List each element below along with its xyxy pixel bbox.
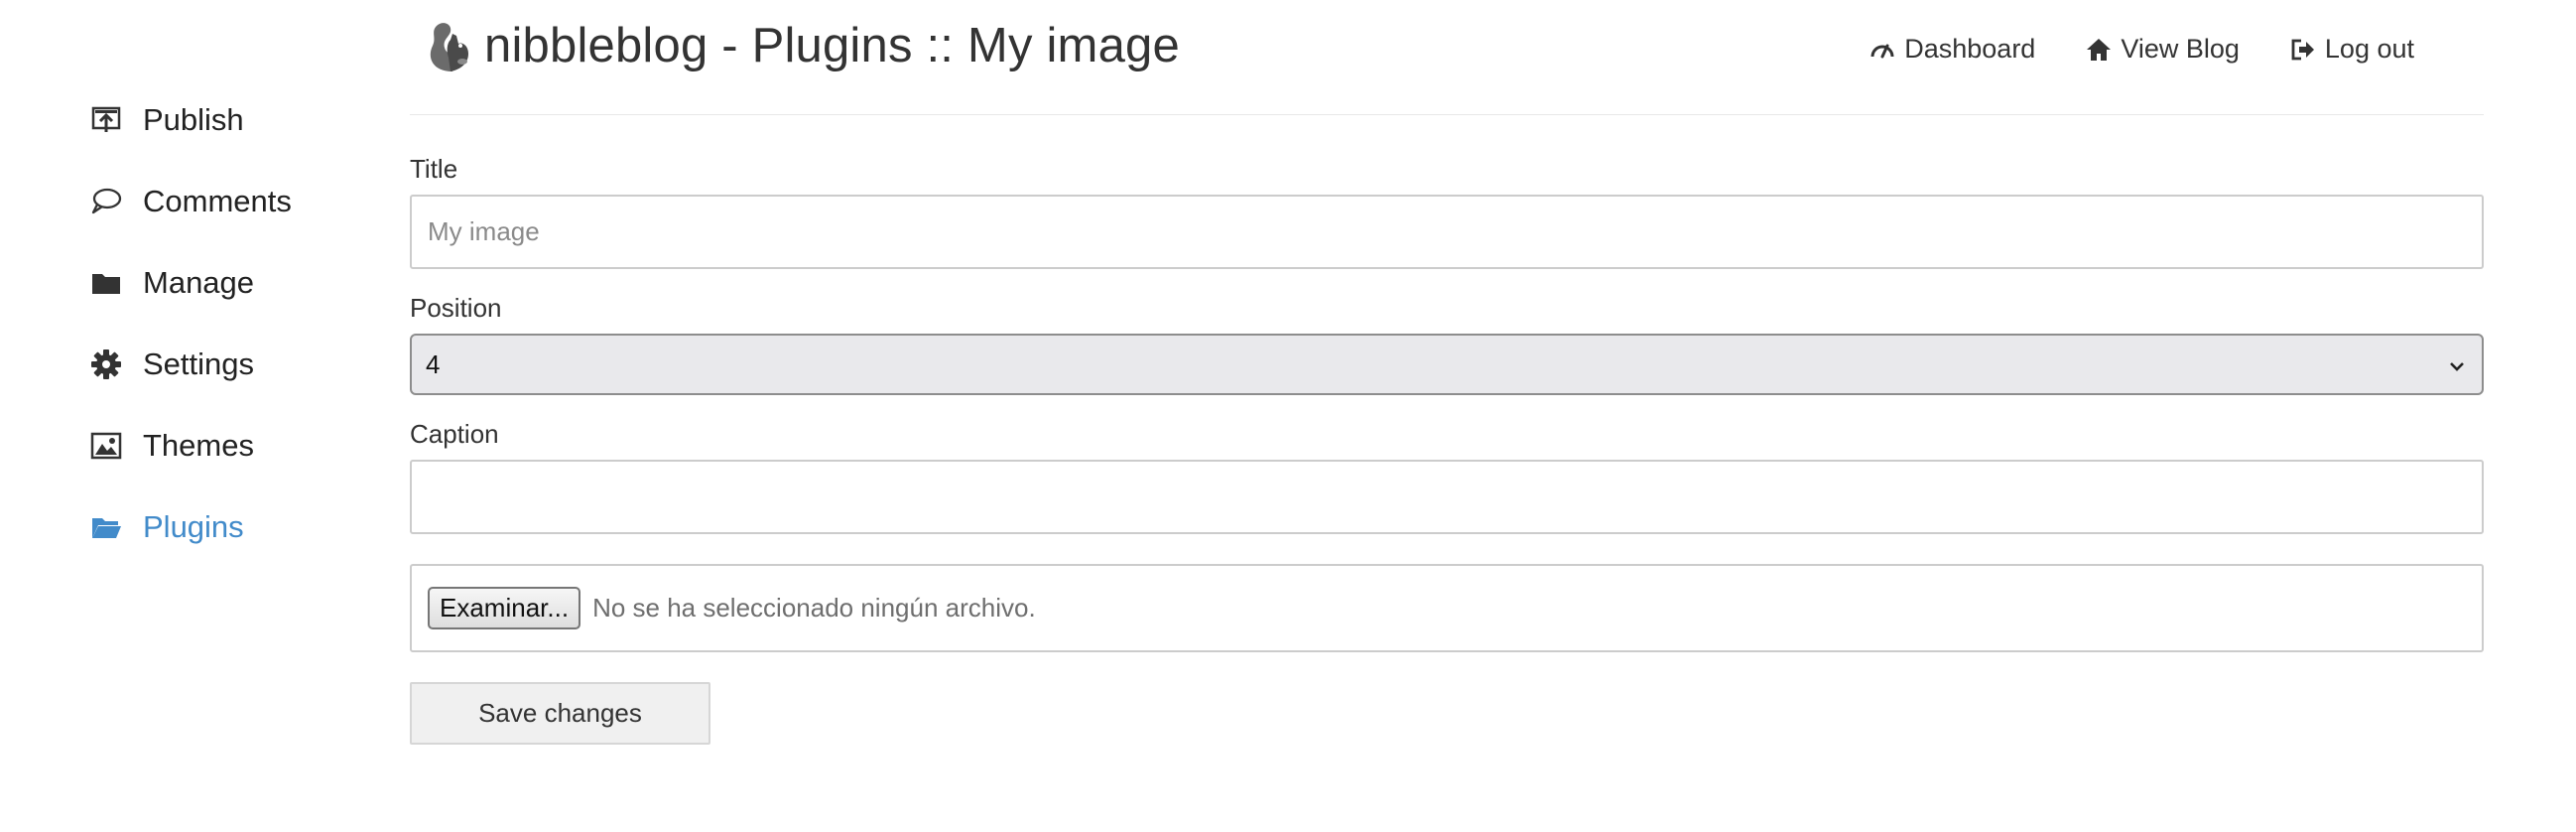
page-title: nibbleblog - Plugins :: My image xyxy=(484,19,1180,72)
dashboard-icon xyxy=(1868,36,1896,64)
sidebar-item-manage[interactable]: Manage xyxy=(89,242,387,324)
home-icon xyxy=(2085,36,2113,64)
save-changes-button[interactable]: Save changes xyxy=(410,682,710,745)
sidebar-item-label: Manage xyxy=(143,265,255,300)
title-label: Title xyxy=(410,154,458,184)
folder-icon xyxy=(89,266,123,300)
chevron-down-icon xyxy=(2446,353,2468,375)
sidebar: Publish Comments Manage Settings Themes … xyxy=(89,79,387,568)
position-select[interactable]: 4 xyxy=(410,334,2484,395)
position-group: Position 4 xyxy=(410,293,2484,395)
folder-open-icon xyxy=(89,510,123,544)
image-icon xyxy=(89,429,123,463)
caption-group: Caption xyxy=(410,419,2484,534)
sidebar-item-label: Publish xyxy=(143,102,244,137)
view-blog-link[interactable]: View Blog xyxy=(2085,34,2240,65)
gear-icon xyxy=(89,347,123,381)
dashboard-label: Dashboard xyxy=(1904,34,2036,64)
sidebar-item-label: Settings xyxy=(143,347,255,381)
sidebar-item-label: Themes xyxy=(143,428,254,463)
position-value: 4 xyxy=(426,348,441,379)
plugin-form: Title Position 4 Caption Examinar... No … xyxy=(410,154,2484,745)
title-input[interactable] xyxy=(410,195,2484,269)
sidebar-item-label: Plugins xyxy=(143,509,244,544)
logout-label: Log out xyxy=(2324,34,2414,64)
logout-icon xyxy=(2289,36,2317,64)
sidebar-item-themes[interactable]: Themes xyxy=(89,405,387,486)
title-group: Title xyxy=(410,154,2484,269)
squirrel-logo-icon xyxy=(423,18,472,73)
top-nav: Dashboard View Blog Log out xyxy=(1868,34,2414,65)
sidebar-item-comments[interactable]: Comments xyxy=(89,161,387,242)
caption-label: Caption xyxy=(410,419,499,449)
logout-link[interactable]: Log out xyxy=(2289,34,2414,65)
sidebar-item-label: Comments xyxy=(143,184,292,218)
publish-icon xyxy=(89,103,123,137)
brand: nibbleblog - Plugins :: My image xyxy=(423,18,1180,73)
view-blog-label: View Blog xyxy=(2121,34,2240,64)
comment-icon xyxy=(89,185,123,218)
file-upload: Examinar... No se ha seleccionado ningún… xyxy=(410,564,2484,652)
position-label: Position xyxy=(410,293,502,323)
dashboard-link[interactable]: Dashboard xyxy=(1868,34,2035,65)
header: nibbleblog - Plugins :: My image Dashboa… xyxy=(410,0,2484,115)
sidebar-item-publish[interactable]: Publish xyxy=(89,79,387,161)
sidebar-item-settings[interactable]: Settings xyxy=(89,324,387,405)
file-status: No se ha seleccionado ningún archivo. xyxy=(592,593,1036,623)
browse-file-button[interactable]: Examinar... xyxy=(428,587,581,629)
caption-input[interactable] xyxy=(410,460,2484,534)
sidebar-item-plugins[interactable]: Plugins xyxy=(89,486,387,568)
